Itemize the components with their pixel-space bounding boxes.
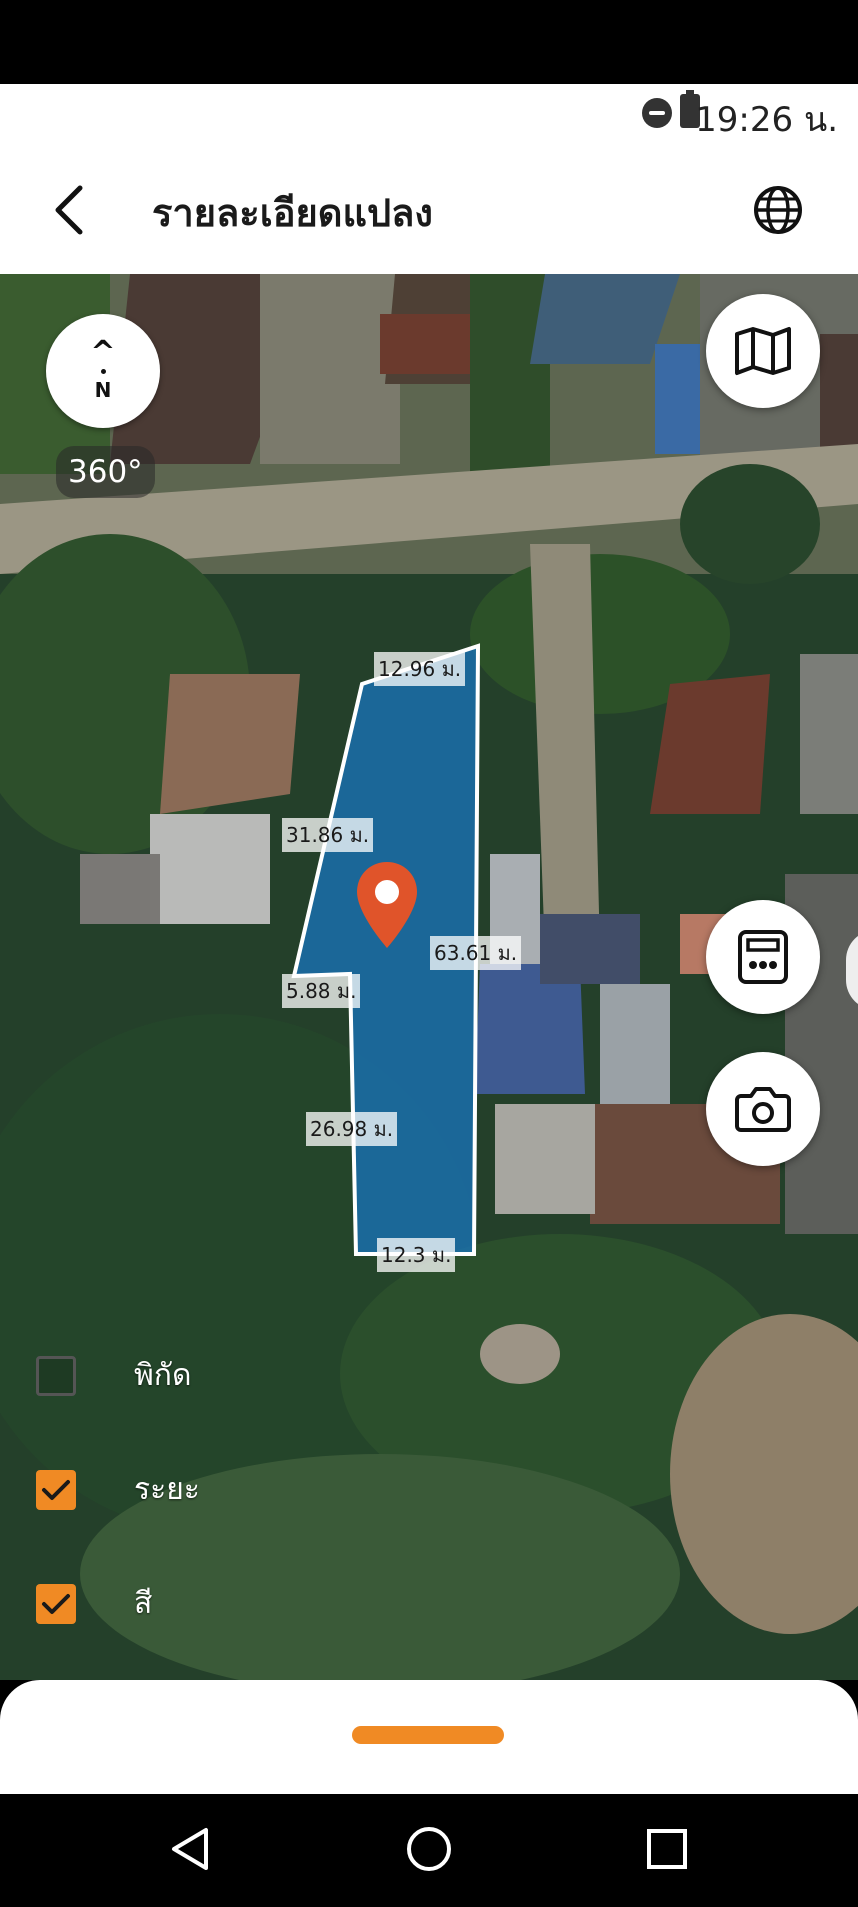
app-header: รายละเอียดแปลง xyxy=(0,144,858,274)
measurement-bottom: 12.3 ม. xyxy=(377,1238,456,1272)
map-type-button[interactable] xyxy=(706,294,820,408)
map-icon xyxy=(735,327,791,375)
camera-icon xyxy=(735,1087,791,1132)
page-title: รายละเอียดแปลง xyxy=(152,191,433,235)
measurement-left-lower: 26.98 ม. xyxy=(306,1112,398,1146)
compass-north-label: N xyxy=(94,377,112,402)
calculator-button[interactable] xyxy=(706,900,820,1014)
triangle-back-icon xyxy=(172,1828,208,1870)
measurement-left-upper: 31.86 ม. xyxy=(282,818,374,852)
north-arrow-icon: ^ xyxy=(90,334,116,370)
measurement-notch: 5.88 ม. xyxy=(282,974,361,1008)
compass-button[interactable]: ^ N xyxy=(46,314,160,428)
square-recents-icon xyxy=(647,1829,687,1869)
bottom-sheet[interactable] xyxy=(0,1680,858,1794)
layer-label-color: สี xyxy=(134,1586,153,1621)
location-pin-icon[interactable] xyxy=(355,860,419,950)
chevron-left-icon xyxy=(55,185,83,235)
satellite-map[interactable]: 12.96 ม. 31.86 ม. 63.61 ม. 5.88 ม. 26.98… xyxy=(0,274,858,1680)
compass-dot xyxy=(100,368,106,374)
globe-icon xyxy=(754,186,802,234)
layer-toggle-color[interactable]: สี xyxy=(36,1580,152,1627)
layer-label-distance: ระยะ xyxy=(134,1472,200,1507)
bottom-sheet-handle[interactable] xyxy=(352,1726,504,1744)
back-button[interactable] xyxy=(46,182,94,238)
do-not-disturb-icon xyxy=(642,98,672,128)
checkbox-unchecked[interactable] xyxy=(36,1355,76,1396)
view-360-button[interactable]: 360° xyxy=(56,446,155,498)
calculator-icon xyxy=(738,930,788,984)
camera-cutout-area xyxy=(0,0,858,84)
nav-back-button[interactable] xyxy=(166,1824,216,1874)
checkmark-icon xyxy=(42,1593,70,1614)
camera-button[interactable] xyxy=(706,1052,820,1166)
status-bar: 19:26 น. xyxy=(0,84,858,144)
circle-home-icon xyxy=(407,1827,451,1871)
measurement-top: 12.96 ม. xyxy=(374,652,466,686)
layer-toggle-coordinates[interactable]: พิกัด xyxy=(36,1352,191,1399)
checkbox-checked[interactable] xyxy=(36,1469,76,1510)
layer-label-coordinates: พิกัด xyxy=(134,1358,192,1393)
system-navigation-bar xyxy=(0,1794,858,1907)
checkbox-checked[interactable] xyxy=(36,1583,76,1624)
checkmark-icon xyxy=(42,1479,70,1500)
language-button[interactable] xyxy=(752,184,804,236)
measurement-right: 63.61 ม. xyxy=(430,936,522,970)
nav-recents-button[interactable] xyxy=(642,1824,692,1874)
status-time: 19:26 น. xyxy=(695,100,838,140)
layer-toggle-distance[interactable]: ระยะ xyxy=(36,1466,200,1513)
nav-home-button[interactable] xyxy=(404,1824,454,1874)
